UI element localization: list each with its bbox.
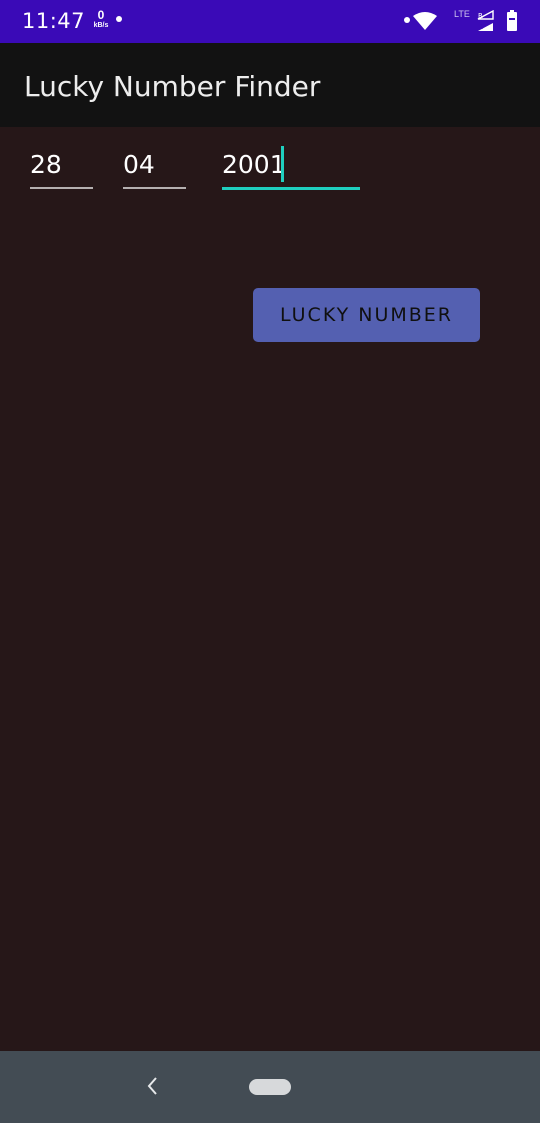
- app-title: Lucky Number Finder: [24, 70, 321, 103]
- network-speed-unit: kB/s: [93, 22, 109, 29]
- notification-dot-icon: [404, 17, 410, 23]
- chevron-left-icon[interactable]: [144, 1075, 160, 1097]
- app-bar: Lucky Number Finder: [0, 43, 540, 127]
- year-input-underline-focused: [222, 187, 360, 190]
- wifi-icon: [413, 12, 437, 30]
- month-input-field[interactable]: [123, 140, 186, 190]
- month-input-underline: [123, 187, 186, 189]
- year-input[interactable]: [222, 140, 360, 188]
- svg-text:R: R: [478, 12, 483, 20]
- svg-text:R: R: [478, 23, 483, 31]
- status-icons: LTE R R: [400, 0, 540, 43]
- text-cursor: [281, 146, 284, 182]
- day-input-field[interactable]: [30, 140, 93, 190]
- year-input-field[interactable]: [222, 140, 360, 190]
- navigation-bar: [0, 1051, 540, 1123]
- signal-icon: R R: [477, 10, 494, 31]
- day-input-underline: [30, 187, 93, 189]
- network-type-label: LTE: [454, 9, 470, 19]
- day-input[interactable]: [30, 140, 93, 188]
- status-time: 11:47: [22, 9, 86, 33]
- notification-dot-icon: [116, 16, 122, 22]
- battery-icon: [507, 10, 517, 31]
- month-input[interactable]: [123, 140, 186, 188]
- network-speed-value: 0: [97, 8, 105, 22]
- home-pill-icon[interactable]: [249, 1079, 291, 1095]
- network-speed-indicator: 0 kB/s: [88, 9, 114, 29]
- lucky-number-button[interactable]: LUCKY NUMBER: [253, 288, 480, 342]
- status-bar: 11:47 0 kB/s LTE R R: [0, 0, 540, 43]
